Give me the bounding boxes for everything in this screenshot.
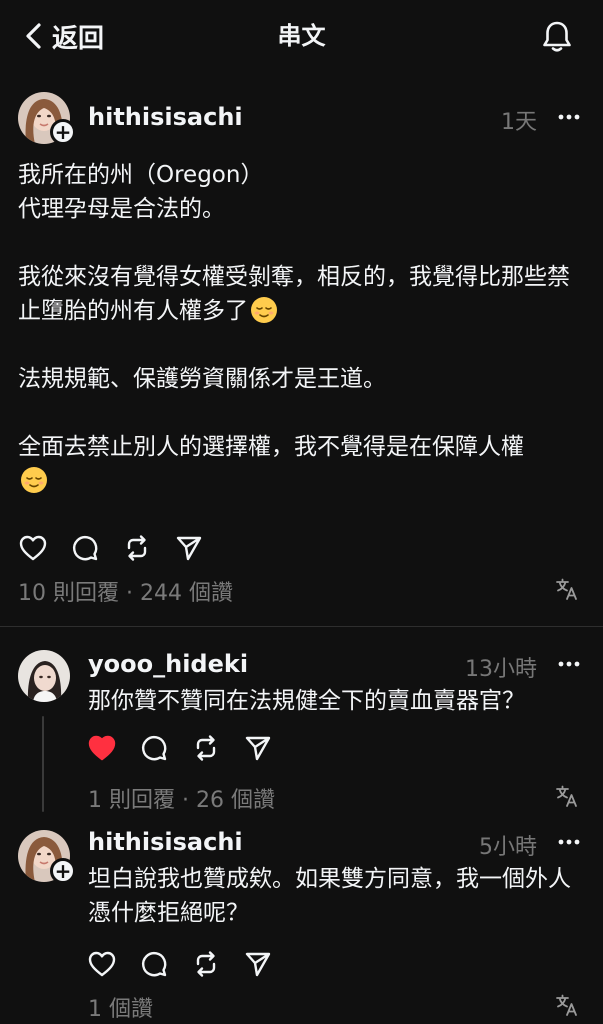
comment-icon bbox=[72, 535, 98, 561]
share-button[interactable] bbox=[244, 950, 272, 978]
post-paragraph: 法規規範、保護勞資關係才是王道。 bbox=[18, 366, 386, 392]
like-button[interactable] bbox=[19, 534, 47, 562]
top-bar: 返回 串文 bbox=[0, 0, 603, 72]
bell-icon bbox=[543, 21, 571, 52]
reply-author-avatar[interactable] bbox=[18, 650, 70, 702]
reply-stats[interactable]: 1 則回覆 · 26 個讚 bbox=[88, 782, 275, 814]
post-more-button[interactable] bbox=[557, 104, 581, 134]
share-button[interactable] bbox=[175, 534, 203, 562]
reply-timestamp: 13小時 bbox=[465, 657, 537, 682]
follow-plus-icon[interactable]: + bbox=[50, 858, 76, 884]
comment-button[interactable] bbox=[140, 950, 168, 978]
follow-plus-icon[interactable]: + bbox=[50, 119, 76, 145]
post-paragraph: 我從來沒有覺得女權受剝奪，相反的，我覺得比那些禁止墮胎的州有人權多了 bbox=[18, 264, 570, 324]
reply-more-button[interactable] bbox=[557, 651, 581, 681]
share-icon bbox=[245, 736, 271, 761]
heart-filled-icon bbox=[88, 735, 116, 761]
post-timestamp: 1天 bbox=[501, 110, 537, 135]
post-translate-button[interactable] bbox=[555, 577, 579, 605]
chevron-left-icon bbox=[26, 23, 41, 49]
reply-stats[interactable]: 1 個讚 bbox=[88, 991, 153, 1023]
comment-icon bbox=[141, 951, 167, 977]
heart-icon bbox=[19, 535, 47, 561]
repost-icon bbox=[127, 535, 147, 561]
heart-icon bbox=[88, 951, 116, 977]
translate-icon bbox=[556, 578, 577, 600]
share-icon bbox=[176, 536, 202, 561]
thread-connector-line bbox=[42, 716, 44, 812]
post-paragraph: 我所在的州（Oregon） 代理孕母是合法的。 bbox=[18, 162, 264, 222]
repost-icon bbox=[196, 951, 216, 977]
repost-icon bbox=[196, 735, 216, 761]
like-button[interactable] bbox=[88, 734, 116, 762]
more-icon bbox=[558, 114, 580, 120]
thread-page: 返回 串文 + hithisisachi 1天 我所在的州（Oregon） 代理… bbox=[0, 0, 603, 1024]
reply-translate-button[interactable] bbox=[555, 784, 579, 812]
post-username[interactable]: hithisisachi bbox=[88, 103, 243, 131]
post-stats[interactable]: 10 則回覆 · 244 個讚 bbox=[18, 575, 233, 607]
share-button[interactable] bbox=[244, 734, 272, 762]
reply-translate-button[interactable] bbox=[555, 993, 579, 1021]
reply-username[interactable]: yooo_hideki bbox=[88, 650, 248, 678]
translate-icon bbox=[556, 785, 577, 807]
comment-button[interactable] bbox=[71, 534, 99, 562]
post-paragraph: 全面去禁止別人的選擇權，我不覺得是在保障人權 bbox=[18, 430, 586, 498]
more-icon bbox=[558, 661, 580, 667]
reply-actions bbox=[88, 950, 296, 978]
relieved-face-emoji-icon bbox=[251, 297, 277, 323]
back-button[interactable]: 返回 bbox=[24, 18, 104, 54]
comment-button[interactable] bbox=[140, 734, 168, 762]
section-divider bbox=[0, 626, 603, 627]
relieved-face-emoji-icon bbox=[21, 467, 47, 493]
notifications-button[interactable] bbox=[541, 20, 573, 58]
more-icon bbox=[558, 839, 580, 845]
post-actions bbox=[19, 534, 227, 562]
reply-timestamp: 5小時 bbox=[479, 835, 537, 860]
reply-text: 坦白說我也贊成欸。如果雙方同意，我一個外人憑什麼拒絕呢？ bbox=[88, 866, 571, 926]
share-icon bbox=[245, 952, 271, 977]
translate-icon bbox=[556, 994, 577, 1016]
post-text: 我所在的州（Oregon） 代理孕母是合法的。 我從來沒有覺得女權受剝奪，相反的… bbox=[18, 158, 586, 498]
repost-button[interactable] bbox=[192, 734, 220, 762]
repost-button[interactable] bbox=[192, 950, 220, 978]
back-label: 返回 bbox=[52, 23, 105, 54]
like-button[interactable] bbox=[88, 950, 116, 978]
repost-button[interactable] bbox=[123, 534, 151, 562]
comment-icon bbox=[141, 735, 167, 761]
reply-text: 那你贊不贊同在法規健全下的賣血賣器官？ bbox=[88, 688, 525, 714]
reply-actions bbox=[88, 734, 296, 762]
avatar-image bbox=[18, 650, 70, 702]
reply-more-button[interactable] bbox=[557, 829, 581, 859]
reply-username[interactable]: hithisisachi bbox=[88, 828, 243, 856]
